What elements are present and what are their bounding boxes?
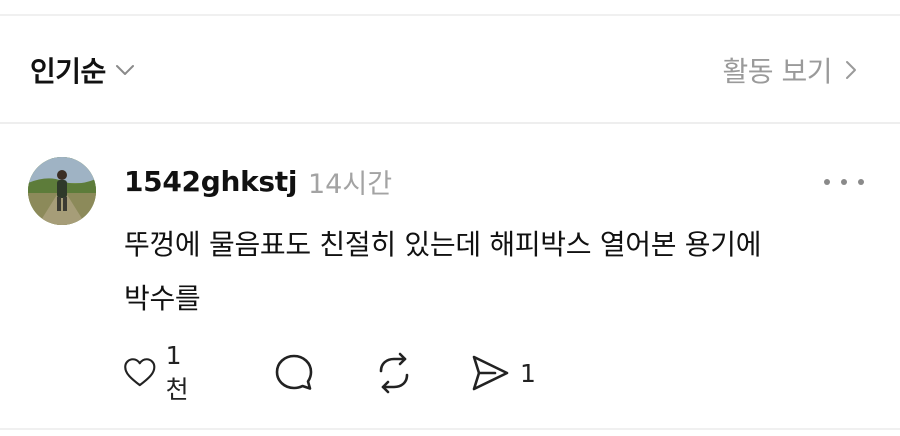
repost-button[interactable] (372, 350, 416, 396)
more-options-button[interactable] (824, 170, 864, 194)
comment-text: 뚜껑에 물음표도 친절히 있는데 해피박스 열어본 용기에 박수를 (124, 218, 884, 326)
comment-text-line: 뚜껑에 물음표도 친절히 있는데 해피박스 열어본 용기에 (124, 228, 762, 261)
like-button[interactable]: 1천 (122, 341, 197, 404)
more-dot-icon (841, 179, 847, 185)
comment-username[interactable]: 1542ghkstj (124, 162, 297, 200)
speech-bubble-icon (275, 354, 313, 390)
sort-label: 인기순 (30, 55, 106, 88)
comments-panel: 인기순 활동 보기 1542ghkstj 14시간 뚜껑에 물음표도 친절히 있… (0, 0, 900, 436)
comment-timestamp: 14시간 (308, 168, 393, 200)
sort-dropdown[interactable]: 인기순 (30, 50, 136, 90)
top-divider (0, 14, 900, 16)
like-count: 1천 (165, 340, 189, 404)
comment-text-line: 박수를 (124, 282, 201, 315)
chevron-down-icon (115, 65, 134, 75)
repost-icon (379, 352, 409, 394)
section-divider (0, 122, 900, 124)
bottom-divider (0, 428, 900, 430)
avatar[interactable] (28, 157, 96, 225)
send-icon (472, 355, 509, 391)
share-count: 1 (520, 358, 536, 388)
more-dot-icon (858, 179, 864, 185)
heart-icon (124, 358, 156, 387)
chevron-right-icon (846, 61, 856, 79)
reply-button[interactable] (272, 350, 316, 396)
share-button[interactable]: 1 (468, 350, 536, 396)
more-dot-icon (824, 179, 830, 185)
activity-label: 활동 보기 (722, 55, 833, 88)
view-activity-link[interactable]: 활동 보기 (723, 50, 860, 90)
avatar-photo (28, 157, 96, 225)
